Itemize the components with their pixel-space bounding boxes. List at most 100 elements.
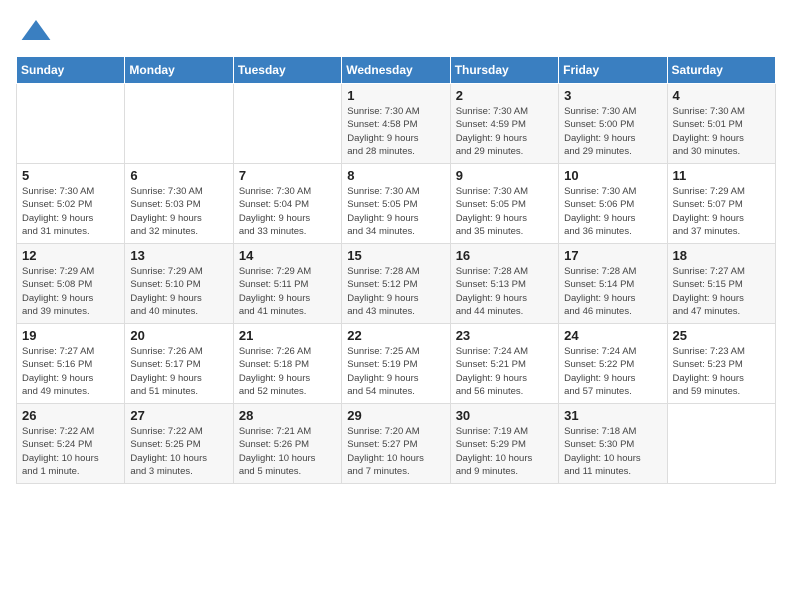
calendar-cell: 19Sunrise: 7:27 AM Sunset: 5:16 PM Dayli… (17, 324, 125, 404)
calendar-cell: 3 Sunrise: 7:30 AM Sunset: 5:00 PM Daylig… (559, 84, 667, 164)
day-number: 9 (456, 168, 553, 183)
weekday-header: Saturday (667, 57, 775, 84)
day-info: Sunrise: 7:24 AM Sunset: 5:22 PM Dayligh… (564, 345, 661, 398)
day-info: Sunrise: 7:22 AM Sunset: 5:25 PM Dayligh… (130, 425, 227, 478)
day-info: Sunrise: 7:20 AM Sunset: 5:27 PM Dayligh… (347, 425, 444, 478)
day-info: Sunrise: 7:21 AM Sunset: 5:26 PM Dayligh… (239, 425, 336, 478)
day-info: Sunrise: 7:30 AM Sunset: 4:59 PM Dayligh… (456, 105, 553, 158)
day-number: 25 (673, 328, 770, 343)
weekday-header: Thursday (450, 57, 558, 84)
calendar-cell: 11Sunrise: 7:29 AM Sunset: 5:07 PM Dayli… (667, 164, 775, 244)
calendar-cell: 23Sunrise: 7:24 AM Sunset: 5:21 PM Dayli… (450, 324, 558, 404)
day-number: 8 (347, 168, 444, 183)
day-number: 5 (22, 168, 119, 183)
day-info: Sunrise: 7:25 AM Sunset: 5:19 PM Dayligh… (347, 345, 444, 398)
calendar-week-row: 19Sunrise: 7:27 AM Sunset: 5:16 PM Dayli… (17, 324, 776, 404)
calendar-cell: 21 Sunrise: 7:26 AM Sunset: 5:18 PM Dayli… (233, 324, 341, 404)
day-info: Sunrise: 7:29 AM Sunset: 5:08 PM Dayligh… (22, 265, 119, 318)
day-info: Sunrise: 7:23 AM Sunset: 5:23 PM Dayligh… (673, 345, 770, 398)
weekday-header: Monday (125, 57, 233, 84)
calendar-cell: 12 Sunrise: 7:29 AM Sunset: 5:08 PM Dayli… (17, 244, 125, 324)
day-info: Sunrise: 7:26 AM Sunset: 5:18 PM Dayligh… (239, 345, 336, 398)
calendar-cell: 17Sunrise: 7:28 AM Sunset: 5:14 PM Dayli… (559, 244, 667, 324)
day-number: 15 (347, 248, 444, 263)
calendar-cell: 5 Sunrise: 7:30 AM Sunset: 5:02 PM Daylig… (17, 164, 125, 244)
day-info: Sunrise: 7:24 AM Sunset: 5:21 PM Dayligh… (456, 345, 553, 398)
day-info: Sunrise: 7:30 AM Sunset: 5:02 PM Dayligh… (22, 185, 119, 238)
day-number: 6 (130, 168, 227, 183)
day-info: Sunrise: 7:19 AM Sunset: 5:29 PM Dayligh… (456, 425, 553, 478)
day-number: 3 (564, 88, 661, 103)
weekday-header: Sunday (17, 57, 125, 84)
calendar-cell: 26 Sunrise: 7:22 AM Sunset: 5:24 PM Dayli… (17, 404, 125, 484)
weekday-header: Tuesday (233, 57, 341, 84)
day-number: 19 (22, 328, 119, 343)
calendar-cell (233, 84, 341, 164)
day-info: Sunrise: 7:30 AM Sunset: 5:00 PM Dayligh… (564, 105, 661, 158)
calendar-cell: 25 Sunrise: 7:23 AM Sunset: 5:23 PM Dayli… (667, 324, 775, 404)
calendar-cell: 22 Sunrise: 7:25 AM Sunset: 5:19 PM Dayli… (342, 324, 450, 404)
day-number: 14 (239, 248, 336, 263)
calendar-cell: 27 Sunrise: 7:22 AM Sunset: 5:25 PM Dayli… (125, 404, 233, 484)
page-header (16, 16, 776, 48)
calendar-body: 1Sunrise: 7:30 AM Sunset: 4:58 PM Daylig… (17, 84, 776, 484)
day-info: Sunrise: 7:28 AM Sunset: 5:14 PM Dayligh… (564, 265, 661, 318)
calendar-cell: 29Sunrise: 7:20 AM Sunset: 5:27 PM Dayli… (342, 404, 450, 484)
calendar-cell: 15 Sunrise: 7:28 AM Sunset: 5:12 PM Dayli… (342, 244, 450, 324)
day-info: Sunrise: 7:29 AM Sunset: 5:10 PM Dayligh… (130, 265, 227, 318)
calendar-cell: 16 Sunrise: 7:28 AM Sunset: 5:13 PM Dayli… (450, 244, 558, 324)
calendar-cell: 20 Sunrise: 7:26 AM Sunset: 5:17 PM Dayli… (125, 324, 233, 404)
calendar-cell: 6 Sunrise: 7:30 AM Sunset: 5:03 PM Daylig… (125, 164, 233, 244)
day-info: Sunrise: 7:29 AM Sunset: 5:11 PM Dayligh… (239, 265, 336, 318)
day-info: Sunrise: 7:18 AM Sunset: 5:30 PM Dayligh… (564, 425, 661, 478)
day-number: 27 (130, 408, 227, 423)
calendar-cell: 8 Sunrise: 7:30 AM Sunset: 5:05 PM Daylig… (342, 164, 450, 244)
day-info: Sunrise: 7:30 AM Sunset: 5:03 PM Dayligh… (130, 185, 227, 238)
calendar-cell: 18 Sunrise: 7:27 AM Sunset: 5:15 PM Dayli… (667, 244, 775, 324)
day-info: Sunrise: 7:22 AM Sunset: 5:24 PM Dayligh… (22, 425, 119, 478)
day-number: 22 (347, 328, 444, 343)
calendar-header: SundayMondayTuesdayWednesdayThursdayFrid… (17, 57, 776, 84)
calendar-cell (17, 84, 125, 164)
day-number: 4 (673, 88, 770, 103)
day-number: 28 (239, 408, 336, 423)
day-number: 7 (239, 168, 336, 183)
calendar-cell: 1Sunrise: 7:30 AM Sunset: 4:58 PM Daylig… (342, 84, 450, 164)
day-number: 16 (456, 248, 553, 263)
day-number: 30 (456, 408, 553, 423)
day-number: 21 (239, 328, 336, 343)
weekday-header: Friday (559, 57, 667, 84)
day-info: Sunrise: 7:27 AM Sunset: 5:15 PM Dayligh… (673, 265, 770, 318)
day-info: Sunrise: 7:28 AM Sunset: 5:12 PM Dayligh… (347, 265, 444, 318)
calendar-cell: 28 Sunrise: 7:21 AM Sunset: 5:26 PM Dayli… (233, 404, 341, 484)
day-number: 20 (130, 328, 227, 343)
calendar-cell (667, 404, 775, 484)
calendar-cell (125, 84, 233, 164)
calendar-week-row: 1Sunrise: 7:30 AM Sunset: 4:58 PM Daylig… (17, 84, 776, 164)
day-info: Sunrise: 7:26 AM Sunset: 5:17 PM Dayligh… (130, 345, 227, 398)
day-info: Sunrise: 7:30 AM Sunset: 4:58 PM Dayligh… (347, 105, 444, 158)
calendar-table: SundayMondayTuesdayWednesdayThursdayFrid… (16, 56, 776, 484)
day-number: 26 (22, 408, 119, 423)
day-info: Sunrise: 7:30 AM Sunset: 5:04 PM Dayligh… (239, 185, 336, 238)
day-info: Sunrise: 7:30 AM Sunset: 5:05 PM Dayligh… (347, 185, 444, 238)
day-number: 31 (564, 408, 661, 423)
day-info: Sunrise: 7:28 AM Sunset: 5:13 PM Dayligh… (456, 265, 553, 318)
logo-icon (20, 16, 52, 48)
day-info: Sunrise: 7:30 AM Sunset: 5:01 PM Dayligh… (673, 105, 770, 158)
day-number: 18 (673, 248, 770, 263)
logo (16, 16, 52, 48)
calendar-cell: 9 Sunrise: 7:30 AM Sunset: 5:05 PM Daylig… (450, 164, 558, 244)
calendar-week-row: 12 Sunrise: 7:29 AM Sunset: 5:08 PM Dayli… (17, 244, 776, 324)
calendar-cell: 24Sunrise: 7:24 AM Sunset: 5:22 PM Dayli… (559, 324, 667, 404)
day-number: 2 (456, 88, 553, 103)
header-row: SundayMondayTuesdayWednesdayThursdayFrid… (17, 57, 776, 84)
day-number: 13 (130, 248, 227, 263)
calendar-cell: 31 Sunrise: 7:18 AM Sunset: 5:30 PM Dayli… (559, 404, 667, 484)
day-info: Sunrise: 7:29 AM Sunset: 5:07 PM Dayligh… (673, 185, 770, 238)
day-number: 10 (564, 168, 661, 183)
day-number: 12 (22, 248, 119, 263)
calendar-week-row: 26 Sunrise: 7:22 AM Sunset: 5:24 PM Dayli… (17, 404, 776, 484)
calendar-cell: 14 Sunrise: 7:29 AM Sunset: 5:11 PM Dayli… (233, 244, 341, 324)
day-info: Sunrise: 7:30 AM Sunset: 5:05 PM Dayligh… (456, 185, 553, 238)
